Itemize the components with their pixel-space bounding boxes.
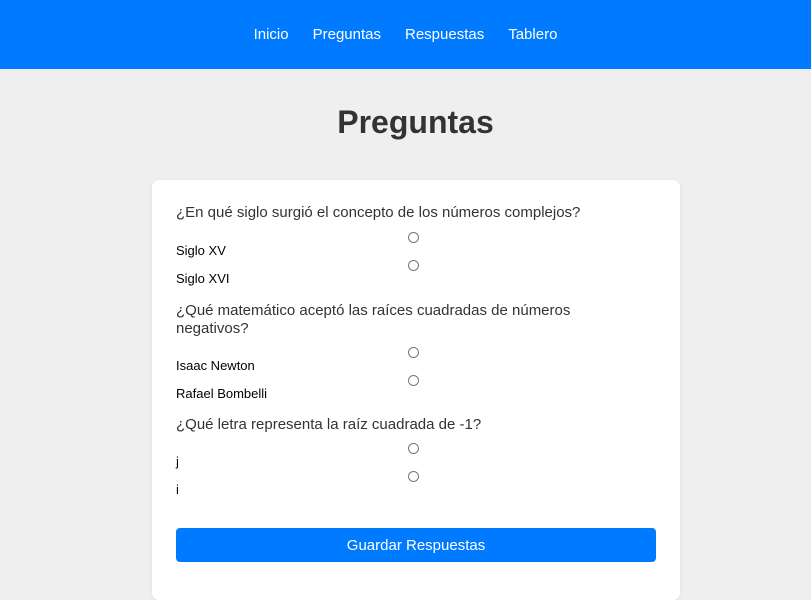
question-2-option-1-label: Isaac Newton bbox=[176, 358, 255, 373]
question-1-option-2-radio[interactable] bbox=[408, 260, 419, 271]
question-2-option-2-label: Rafael Bombelli bbox=[176, 386, 268, 401]
nav-link-inicio[interactable]: Inicio bbox=[254, 26, 289, 43]
question-3-option-2-label: i bbox=[176, 482, 179, 497]
top-navbar: Inicio Preguntas Respuestas Tablero bbox=[0, 0, 811, 69]
nav-link-respuestas[interactable]: Respuestas bbox=[405, 26, 484, 43]
question-1-text: ¿En qué siglo surgió el concepto de los … bbox=[176, 204, 581, 221]
question-1-option-2-label: Siglo XVI bbox=[176, 271, 230, 286]
nav-link-tablero[interactable]: Tablero bbox=[508, 26, 557, 43]
save-answers-button[interactable]: Guardar Respuestas bbox=[176, 528, 656, 562]
page-title: Preguntas bbox=[337, 104, 494, 140]
question-1-option-1-radio[interactable] bbox=[408, 232, 419, 243]
question-3-text: ¿Qué letra representa la raíz cuadrada d… bbox=[176, 416, 482, 433]
question-2-text: ¿Qué matemático aceptó las raíces cuadra… bbox=[176, 302, 571, 337]
question-3-option-2-radio[interactable] bbox=[408, 471, 419, 482]
nav-link-preguntas[interactable]: Preguntas bbox=[313, 26, 381, 43]
question-1-option-1-label: Siglo XV bbox=[176, 243, 226, 258]
question-3-option-1-label: j bbox=[176, 454, 179, 469]
questions-form: ¿En qué siglo surgió el concepto de los … bbox=[152, 180, 680, 600]
question-2-option-2-radio[interactable] bbox=[408, 375, 419, 386]
question-3-option-1-radio[interactable] bbox=[408, 443, 419, 454]
question-2-option-1-radio[interactable] bbox=[408, 347, 419, 358]
